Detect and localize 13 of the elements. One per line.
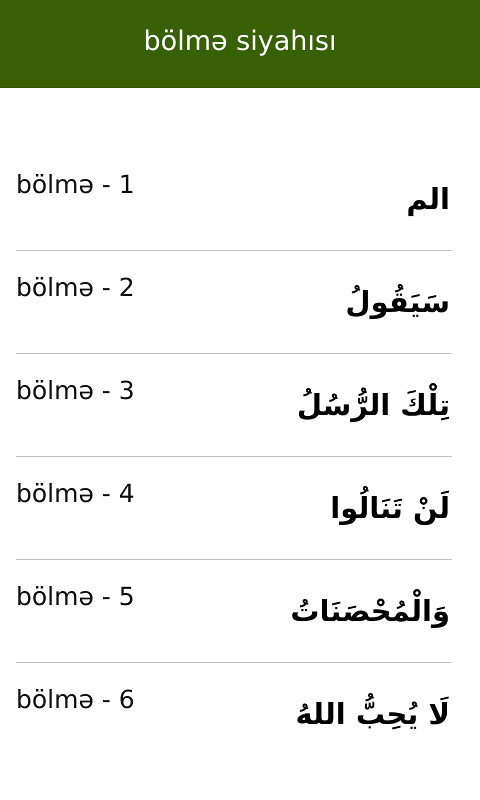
header-title: bölmə siyahısı bbox=[144, 26, 336, 56]
arabic-title: الم bbox=[405, 181, 451, 218]
arabic-title: لَنْ تَنَالُوا bbox=[328, 479, 452, 538]
section-label: bölmə - 6 bbox=[16, 685, 135, 714]
arabic-title: تِلْكَ الرُّسُلُ bbox=[294, 376, 452, 434]
arabic-title: وَالْمُحْصَنَاتُ bbox=[288, 582, 452, 640]
section-label: bölmə - 4 bbox=[16, 479, 135, 508]
arabic-title: سَيَقُولُ bbox=[344, 283, 451, 322]
section-label: bölmə - 1 bbox=[16, 170, 135, 199]
section-label: bölmə - 2 bbox=[16, 273, 135, 302]
section-label: bölmə - 3 bbox=[16, 376, 135, 405]
section-label: bölmə - 5 bbox=[16, 582, 135, 611]
arabic-title: لَا يُحِبُّ اللهُ bbox=[293, 685, 452, 744]
